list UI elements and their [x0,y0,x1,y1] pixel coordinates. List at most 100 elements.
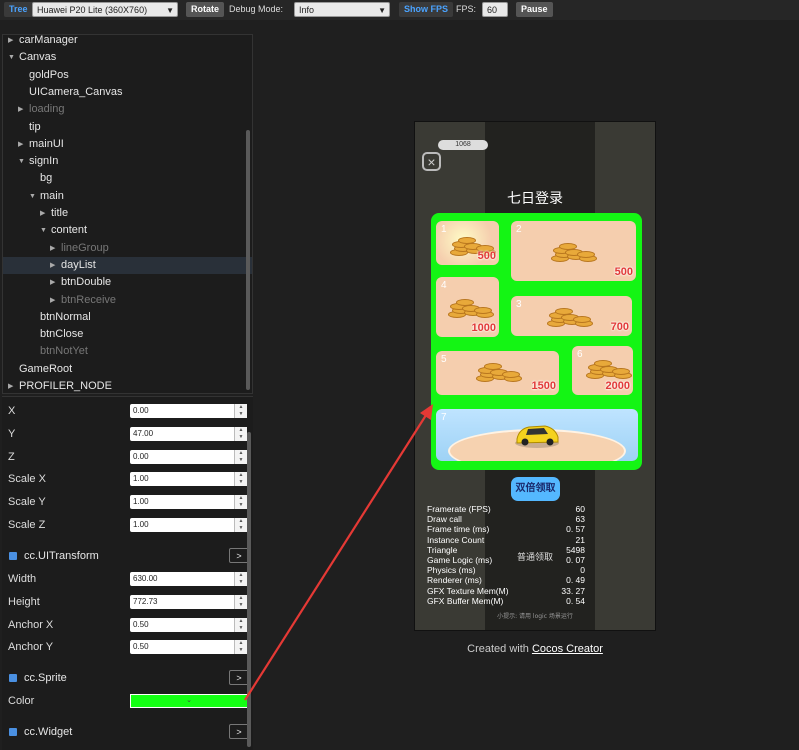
rotate-button[interactable]: Rotate [186,2,225,17]
sprite-menu-button[interactable]: > [229,670,249,685]
property-input[interactable]: 0.00 ▲ ▼ [130,404,247,418]
tree-toggle-button[interactable]: Tree [4,2,33,17]
day-reward-amount: 700 [610,321,629,333]
tree-item[interactable]: GameRoot [3,361,252,378]
day-card-4[interactable]: 4 1000 [436,277,499,337]
stepper-icon[interactable]: ▲ ▼ [234,640,247,655]
pause-button[interactable]: Pause [516,2,553,17]
tree-item-label: signIn [29,155,59,168]
widget-title: cc.Widget [24,726,73,738]
stepper-icon[interactable]: ▲ ▼ [234,495,247,510]
day-card-7[interactable]: 7 [436,409,638,461]
caret-right-icon[interactable]: ▶ [50,292,55,309]
caret-right-icon[interactable]: ▶ [8,35,13,49]
color-picker-field[interactable]: ⌄ [130,694,248,708]
tree-item-label: PROFILER_NODE [19,380,112,392]
tree-item[interactable]: btnClose [3,326,252,343]
normal-claim-button[interactable]: 普通领取 [415,550,655,563]
day-card-5[interactable]: 5 1500 [436,351,559,395]
caret-down-icon[interactable]: ▼ [29,188,36,205]
tree-item[interactable]: ▶ mainUI [3,136,252,153]
caret-right-icon[interactable]: ▶ [18,136,23,153]
car-icon [515,425,559,448]
property-input[interactable]: 0.50 ▲ ▼ [130,640,247,655]
tree-item[interactable]: UICamera_Canvas [3,84,252,101]
signin-title: 七日登录 [507,191,563,207]
property-input[interactable]: 1.00 ▲ ▼ [130,495,247,510]
stepper-icon[interactable]: ▲ ▼ [234,594,247,609]
tree-item-label: btnClose [40,328,84,341]
game-preview[interactable]: 1068 × 七日登录 1 500 2 500 4 1000 3 700 5 1… [414,121,656,631]
tree-item[interactable]: ▶ btnDouble [3,274,252,291]
tree-scrollbar[interactable] [246,130,250,390]
tree-item[interactable]: ▶ carManager [3,35,252,49]
hint-text: 小提示: 请用 logic 场景运行 [497,613,573,620]
stat-value: 21 [575,534,585,545]
stat-row: Draw call 63 [427,514,585,524]
tree-item-label: bg [40,172,53,185]
stepper-icon[interactable]: ▲ ▼ [234,426,247,441]
tree-item[interactable]: ▼ signIn [3,153,252,170]
caret-right-icon[interactable]: ▶ [8,378,13,393]
tree-item[interactable]: btnNotYet [3,343,252,360]
sprite-enabled-checkbox[interactable] [9,674,17,682]
stat-row: Framerate (FPS) 60 [427,504,585,514]
close-button[interactable]: × [422,152,441,171]
double-claim-button[interactable]: 双倍领取 [511,477,560,501]
tree-item[interactable]: goldPos [3,67,252,84]
stepper-icon[interactable]: ▲ ▼ [234,617,247,632]
props-scrollbar[interactable] [247,432,251,747]
tree-item[interactable]: ▶ PROFILER_NODE [3,378,252,393]
caret-down-icon[interactable]: ▼ [18,153,25,170]
stepper-icon[interactable]: ▲ ▼ [234,472,247,487]
property-value: 0.00 [133,451,149,461]
caret-right-icon[interactable]: ▶ [18,101,23,118]
property-input[interactable]: 1.00 ▲ ▼ [130,472,247,487]
tree-item-label: goldPos [29,68,69,81]
stat-label: GFX Buffer Mem(M) [427,595,504,606]
cocos-creator-link[interactable]: Cocos Creator [532,643,603,655]
fps-input[interactable]: 60 [482,2,508,17]
day-card-6[interactable]: 6 2000 [572,346,633,395]
day-card-1[interactable]: 1 500 [436,221,499,265]
property-input[interactable]: 0.00 ▲ ▼ [130,449,247,464]
caret-right-icon[interactable]: ▶ [50,257,55,274]
day-card-2[interactable]: 2 500 [511,221,636,281]
widget-enabled-checkbox[interactable] [9,728,17,736]
stepper-icon[interactable]: ▲ ▼ [234,572,247,586]
stepper-icon[interactable]: ▲ ▼ [234,449,247,464]
tree-item[interactable]: ▶ btnReceive [3,292,252,309]
tree-item[interactable]: ▼ Canvas [3,49,252,66]
property-input[interactable]: 47.00 ▲ ▼ [130,426,247,441]
caret-down-icon[interactable]: ▼ [8,49,15,66]
property-input[interactable]: 1.00 ▲ ▼ [130,518,247,532]
tree-item[interactable]: btnNormal [3,309,252,326]
tree-item[interactable]: tip [3,119,252,136]
caret-right-icon[interactable]: ▶ [40,205,45,222]
stepper-icon[interactable]: ▲ ▼ [234,518,247,532]
show-fps-button[interactable]: Show FPS [399,2,454,17]
caret-right-icon[interactable]: ▶ [50,240,55,257]
widget-menu-button[interactable]: > [229,724,249,739]
caret-down-icon[interactable]: ▼ [40,222,47,239]
property-input[interactable]: 772.73 ▲ ▼ [130,594,247,609]
tree-item[interactable]: ▶ lineGroup [3,240,252,257]
property-input[interactable]: 0.50 ▲ ▼ [130,617,247,632]
ui-transform-enabled-checkbox[interactable] [9,552,17,560]
tree-item[interactable]: bg [3,170,252,187]
device-select[interactable]: Huawei P20 Lite (360X760) ▼ [32,2,178,17]
property-input[interactable]: 630.00 ▲ ▼ [130,572,247,586]
stepper-icon[interactable]: ▲ ▼ [234,404,247,418]
tree-item[interactable]: ▶ dayList [3,256,252,274]
day-number: 4 [441,280,447,291]
ui-transform-menu-button[interactable]: > [229,548,249,563]
tree-item[interactable]: ▼ content [3,222,252,239]
debug-mode-select[interactable]: Info ▼ [294,2,390,17]
tree-item[interactable]: ▶ title [3,205,252,222]
tree-item[interactable]: ▼ main [3,188,252,205]
stat-label: Framerate (FPS) [427,504,491,514]
day-card-3[interactable]: 3 700 [511,296,632,336]
tree-item[interactable]: ▶ loading [3,101,252,118]
caret-right-icon[interactable]: ▶ [50,274,55,291]
tree-item-label: mainUI [29,137,64,150]
